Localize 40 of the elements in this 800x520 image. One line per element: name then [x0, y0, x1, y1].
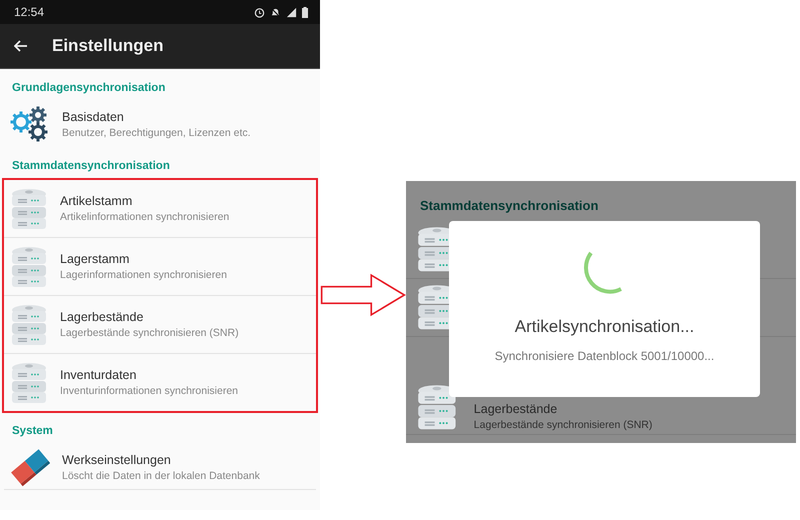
gears-icon — [10, 106, 50, 142]
item-subtitle: Löscht die Daten in der lokalen Datenbank — [62, 470, 260, 482]
screen-title: Einstellungen — [52, 36, 164, 56]
alarm-icon — [254, 6, 265, 18]
dialog-message: Synchronisiere Datenblock 5001/10000... — [494, 349, 714, 363]
item-subtitle: Lagerbestände synchronisieren (SNR) — [60, 327, 239, 339]
eraser-icon — [10, 447, 50, 487]
database-icon — [10, 360, 48, 404]
item-subtitle: Inventurinformationen synchronisieren — [60, 385, 238, 397]
settings-item[interactable]: Werkseinstellungen Löscht die Daten in der lokalen Datenbank — [4, 445, 316, 490]
database-icon — [10, 244, 48, 288]
signal-icon — [286, 6, 297, 18]
settings-item[interactable]: Artikelstamm Artikelinformationen synchronisieren — [4, 180, 316, 238]
section-header: Stammdatensynchronisation — [11, 160, 171, 174]
item-title: Basisdaten — [62, 110, 125, 124]
item-subtitle: Artikelinformationen synchronisieren — [60, 211, 230, 223]
settings-item[interactable]: Lagerbestände Lagerbestände synchronisieren (SNR) — [4, 296, 316, 354]
item-title: Lagerbestände — [474, 402, 558, 416]
item-title: Werkseinstellungen — [62, 452, 172, 466]
status-time: 12:54 — [14, 5, 44, 19]
item-subtitle: Benutzer, Berechtigungen, Lizenzen etc. — [62, 126, 251, 138]
database-icon — [416, 382, 458, 431]
bell-off-icon — [270, 6, 281, 18]
section-header: Grundlagensynchronisation — [11, 82, 166, 96]
item-title: Artikelstamm — [60, 194, 134, 208]
section-header: Stammdatensynchronisation — [419, 197, 600, 215]
item-subtitle: Lagerinformationen synchronisieren — [60, 269, 227, 281]
dialog-title: Artikelsynchronisation... — [514, 317, 694, 337]
item-subtitle: Lagerbestände synchronisieren (SNR) — [474, 419, 652, 431]
item-title: Lagerstamm — [60, 252, 130, 266]
settings-item[interactable]: Inventurdaten Inventurinformationen synchronisieren — [4, 354, 316, 411]
section-header: System — [11, 425, 54, 439]
back-arrow-icon[interactable] — [14, 40, 28, 52]
database-icon — [10, 302, 48, 346]
battery-icon — [302, 6, 308, 18]
settings-item[interactable]: Lagerstamm Lagerinformationen synchronisieren — [4, 238, 316, 296]
database-icon — [10, 186, 48, 230]
item-title: Inventurdaten — [60, 368, 138, 382]
item-title: Lagerbestände — [60, 310, 144, 324]
settings-item[interactable]: Basisdaten Benutzer, Berechtigungen, Lizenzen etc. — [4, 102, 316, 146]
